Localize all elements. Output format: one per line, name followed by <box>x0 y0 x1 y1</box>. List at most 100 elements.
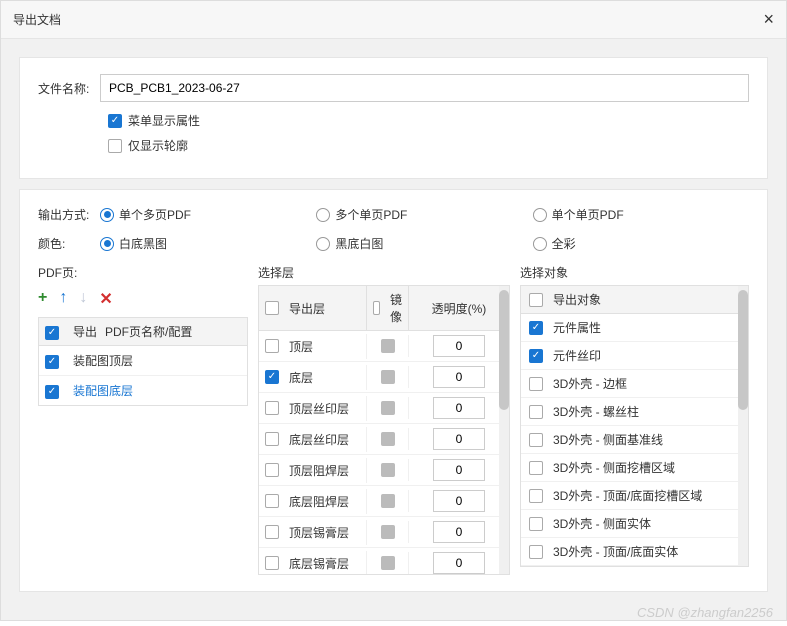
checkbox-object[interactable] <box>529 545 543 559</box>
radio-color-blackbg[interactable]: 黑底白图 <box>316 235 532 252</box>
checkbox-layer[interactable] <box>265 463 279 477</box>
layer-row: 底层阻焊层 <box>259 486 509 517</box>
checkbox-outline-only[interactable] <box>108 139 122 153</box>
checkbox-layer[interactable] <box>265 556 279 570</box>
objects-scrollbar[interactable] <box>738 286 748 566</box>
object-row: 3D外壳 - 顶面/底面实体 <box>521 538 748 566</box>
filename-label: 文件名称: <box>38 80 100 97</box>
pdf-head-name: PDF页名称/配置 <box>105 323 192 340</box>
checkbox-object-all[interactable] <box>529 293 543 307</box>
checkbox-layer[interactable] <box>265 494 279 508</box>
layer-name: 顶层 <box>289 338 313 355</box>
mirror-toggle[interactable] <box>381 463 395 477</box>
radio-color-whitebg[interactable]: 白底黑图 <box>100 235 316 252</box>
layers-grid: 导出层 镜像 透明度(%) 顶层底层顶层丝印层底层丝印层顶层阻焊层底层阻焊层顶层… <box>258 285 510 575</box>
object-row: 3D外壳 - 边框 <box>521 370 748 398</box>
opacity-input[interactable] <box>433 428 485 450</box>
object-name: 3D外壳 - 侧面实体 <box>553 515 651 532</box>
object-name: 元件丝印 <box>553 347 601 364</box>
layer-row: 顶层阻焊层 <box>259 455 509 486</box>
object-name: 3D外壳 - 螺丝柱 <box>553 403 639 420</box>
checkbox-layer[interactable] <box>265 401 279 415</box>
layer-row: 顶层锡膏层 <box>259 517 509 548</box>
radio-output-multi-single[interactable]: 多个单页PDF <box>316 206 532 223</box>
checkbox-object[interactable] <box>529 461 543 475</box>
layer-name: 顶层锡膏层 <box>289 524 349 541</box>
object-row: 元件属性 <box>521 314 748 342</box>
checkbox-object[interactable] <box>529 349 543 363</box>
opacity-input[interactable] <box>433 490 485 512</box>
mirror-toggle[interactable] <box>381 370 395 384</box>
objects-grid: 导出对象 元件属性元件丝印3D外壳 - 边框3D外壳 - 螺丝柱3D外壳 - 侧… <box>520 285 749 567</box>
object-name: 3D外壳 - 顶面/底面挖槽区域 <box>553 487 702 504</box>
checkbox-pdf-row[interactable] <box>45 385 59 399</box>
layer-name: 底层 <box>289 369 313 386</box>
opacity-input[interactable] <box>433 335 485 357</box>
opacity-input[interactable] <box>433 552 485 574</box>
checkbox-mirror-all[interactable] <box>373 301 380 315</box>
mirror-toggle[interactable] <box>381 339 395 353</box>
opacity-input[interactable] <box>433 521 485 543</box>
color-label: 颜色: <box>38 235 100 252</box>
object-row: 3D外壳 - 侧面基准线 <box>521 426 748 454</box>
filename-input[interactable] <box>100 74 749 102</box>
checkbox-object[interactable] <box>529 517 543 531</box>
opacity-input[interactable] <box>433 459 485 481</box>
radio-output-single-multi[interactable]: 单个多页PDF <box>100 206 316 223</box>
mirror-toggle[interactable] <box>381 401 395 415</box>
checkbox-layer[interactable] <box>265 370 279 384</box>
layer-row: 底层锡膏层 <box>259 548 509 575</box>
pdf-row[interactable]: 装配图底层 <box>39 376 247 405</box>
object-name: 3D外壳 - 侧面基准线 <box>553 431 663 448</box>
checkbox-layer[interactable] <box>265 525 279 539</box>
layer-name: 底层锡膏层 <box>289 555 349 572</box>
checkbox-pdf-row[interactable] <box>45 355 59 369</box>
mirror-toggle[interactable] <box>381 556 395 570</box>
file-panel: 文件名称: 菜单显示属性 仅显示轮廓 <box>19 57 768 179</box>
watermark: CSDN @zhangfan2256 <box>637 605 773 620</box>
checkbox-object[interactable] <box>529 433 543 447</box>
checkbox-object[interactable] <box>529 321 543 335</box>
checkbox-object[interactable] <box>529 377 543 391</box>
checkbox-object[interactable] <box>529 405 543 419</box>
mirror-toggle[interactable] <box>381 432 395 446</box>
object-row: 3D外壳 - 侧面实体 <box>521 510 748 538</box>
opacity-input[interactable] <box>433 366 485 388</box>
object-row: 3D外壳 - 侧面挖槽区域 <box>521 454 748 482</box>
add-icon[interactable]: + <box>38 289 47 309</box>
layer-name: 顶层阻焊层 <box>289 462 349 479</box>
label-outline-only: 仅显示轮廓 <box>128 137 188 154</box>
pdf-pages-table: 导出 PDF页名称/配置 装配图顶层 装配图底层 <box>38 317 248 406</box>
checkbox-layer-all[interactable] <box>265 301 279 315</box>
checkbox-object[interactable] <box>529 489 543 503</box>
layer-name: 顶层丝印层 <box>289 400 349 417</box>
object-name: 元件属性 <box>553 319 601 336</box>
layer-row: 底层 <box>259 362 509 393</box>
checkbox-pdf-all[interactable] <box>45 326 59 340</box>
radio-output-single-single[interactable]: 单个单页PDF <box>533 206 749 223</box>
dialog-title: 导出文档 <box>13 11 61 28</box>
object-name: 3D外壳 - 顶面/底面实体 <box>553 543 678 560</box>
object-row: 3D外壳 - 顶面/底面挖槽区域 <box>521 482 748 510</box>
object-row: 元件丝印 <box>521 342 748 370</box>
arrow-down-icon: ↓ <box>79 289 87 309</box>
layer-name: 底层丝印层 <box>289 431 349 448</box>
delete-icon[interactable]: ✕ <box>99 289 112 309</box>
label-show-attr: 菜单显示属性 <box>128 112 200 129</box>
object-name: 3D外壳 - 侧面挖槽区域 <box>553 459 675 476</box>
layers-scrollbar[interactable] <box>499 286 509 574</box>
output-label: 输出方式: <box>38 206 100 223</box>
close-icon[interactable]: × <box>763 9 774 30</box>
mirror-toggle[interactable] <box>381 525 395 539</box>
checkbox-layer[interactable] <box>265 339 279 353</box>
opacity-input[interactable] <box>433 397 485 419</box>
layer-name: 底层阻焊层 <box>289 493 349 510</box>
mirror-toggle[interactable] <box>381 494 395 508</box>
radio-color-full[interactable]: 全彩 <box>533 235 749 252</box>
pdf-head-export: 导出 <box>73 323 97 340</box>
arrow-up-icon[interactable]: ↑ <box>59 289 67 309</box>
checkbox-show-attr[interactable] <box>108 114 122 128</box>
options-panel: 输出方式: 单个多页PDF 多个单页PDF 单个单页PDF 颜色: 白底黑图 黑… <box>19 189 768 592</box>
checkbox-layer[interactable] <box>265 432 279 446</box>
pdf-row[interactable]: 装配图顶层 <box>39 346 247 376</box>
